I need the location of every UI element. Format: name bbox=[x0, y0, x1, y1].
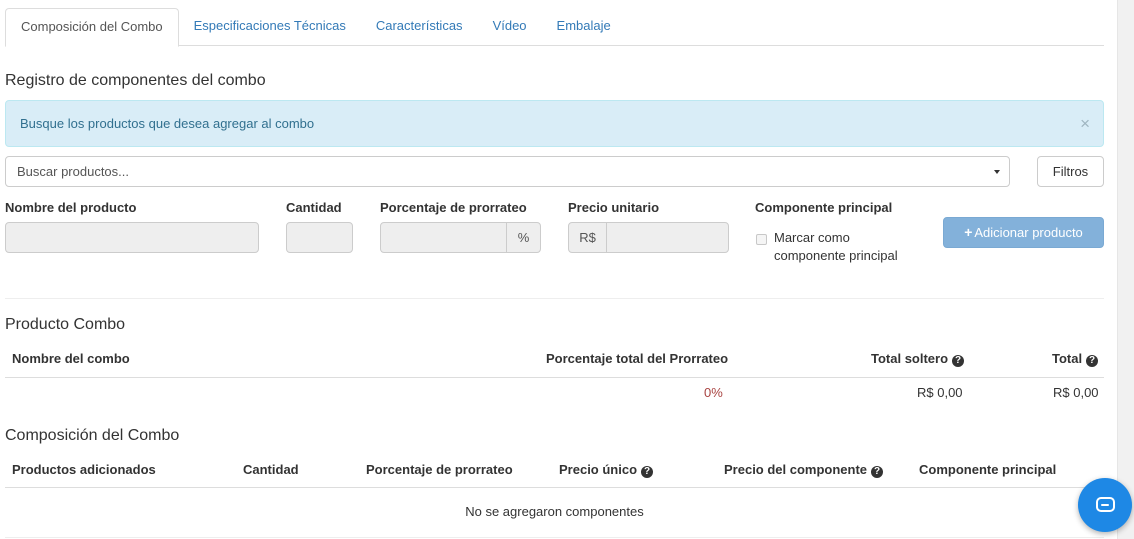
close-icon[interactable]: × bbox=[1080, 101, 1090, 146]
composition-header-divider bbox=[5, 487, 1104, 488]
proration-label: Porcentaje de prorrateo bbox=[380, 200, 527, 215]
quantity-header: Cantidad bbox=[243, 462, 299, 477]
component-price-header-label: Precio del componente bbox=[724, 462, 868, 477]
main-component-checkbox-label[interactable]: Marcar como componente principal bbox=[774, 229, 914, 265]
unit-price-input[interactable] bbox=[606, 222, 729, 253]
question-circle-icon[interactable]: ? bbox=[1086, 355, 1099, 367]
scrollbar[interactable] bbox=[1117, 0, 1134, 539]
tab-bar: Composición del Combo Especificaciones T… bbox=[5, 8, 1104, 47]
tab-technical-specs[interactable]: Especificaciones Técnicas bbox=[179, 8, 361, 46]
total-header: Total? bbox=[1052, 351, 1099, 367]
main-component-checkbox[interactable] bbox=[756, 234, 767, 245]
main-component-label: Componente principal bbox=[755, 200, 893, 215]
composition-title: Composición del Combo bbox=[5, 427, 180, 444]
component-price-header: Precio del componente? bbox=[724, 462, 884, 478]
section-divider bbox=[5, 298, 1104, 299]
main-component-header: Componente principal bbox=[919, 462, 1057, 477]
proration-total-header: Porcentaje total del Prorrateo bbox=[546, 351, 729, 366]
chat-launcher-button[interactable] bbox=[1078, 478, 1132, 532]
register-section-title: Registro de componentes del combo bbox=[5, 72, 266, 89]
composition-bottom-divider bbox=[5, 537, 1104, 538]
unit-price-header: Precio único? bbox=[559, 462, 654, 478]
plus-icon: + bbox=[964, 224, 973, 240]
product-name-label: Nombre del producto bbox=[5, 200, 137, 215]
total-value: R$ 0,00 bbox=[1053, 385, 1099, 400]
tab-packaging[interactable]: Embalaje bbox=[542, 8, 626, 46]
quantity-label: Cantidad bbox=[286, 200, 342, 215]
total-single-header-label: Total soltero bbox=[871, 351, 949, 366]
combo-product-title: Producto Combo bbox=[5, 316, 126, 333]
products-added-header: Productos adicionados bbox=[12, 462, 156, 477]
question-circle-icon[interactable]: ? bbox=[952, 355, 965, 367]
search-placeholder: Buscar productos... bbox=[17, 164, 129, 179]
add-product-label: Adicionar producto bbox=[974, 225, 1083, 240]
alert-text: Busque los productos que desea agregar a… bbox=[20, 116, 315, 131]
filters-button[interactable]: Filtros bbox=[1037, 156, 1104, 187]
tab-video[interactable]: Vídeo bbox=[478, 8, 542, 46]
total-single-header: Total soltero? bbox=[871, 351, 965, 367]
caret-down-icon bbox=[994, 170, 1000, 174]
total-header-label: Total bbox=[1052, 351, 1083, 366]
table-header-divider bbox=[5, 377, 1104, 378]
quantity-input[interactable] bbox=[286, 222, 353, 253]
tab-features[interactable]: Características bbox=[361, 8, 478, 46]
tab-combo-composition[interactable]: Composición del Combo bbox=[5, 8, 179, 47]
total-single-value: R$ 0,00 bbox=[917, 385, 963, 400]
question-circle-icon[interactable]: ? bbox=[641, 466, 654, 478]
proration-header: Porcentaje de prorrateo bbox=[366, 462, 513, 477]
combo-name-header: Nombre del combo bbox=[12, 351, 130, 366]
product-search-select[interactable]: Buscar productos... bbox=[5, 156, 1010, 187]
product-name-input[interactable] bbox=[5, 222, 259, 253]
proration-input[interactable] bbox=[380, 222, 507, 253]
chat-bubble-icon bbox=[1096, 497, 1115, 512]
unit-price-header-label: Precio único bbox=[559, 462, 638, 477]
currency-addon: R$ bbox=[568, 222, 607, 253]
unit-price-label: Precio unitario bbox=[568, 200, 660, 215]
empty-components-message: No se agregaron componentes bbox=[465, 504, 644, 519]
question-circle-icon[interactable]: ? bbox=[871, 466, 884, 478]
percent-addon: % bbox=[506, 222, 541, 253]
add-product-button[interactable]: + Adicionar producto bbox=[943, 217, 1104, 248]
info-alert: Busque los productos que desea agregar a… bbox=[5, 100, 1104, 147]
proration-total-value: 0% bbox=[704, 385, 723, 400]
